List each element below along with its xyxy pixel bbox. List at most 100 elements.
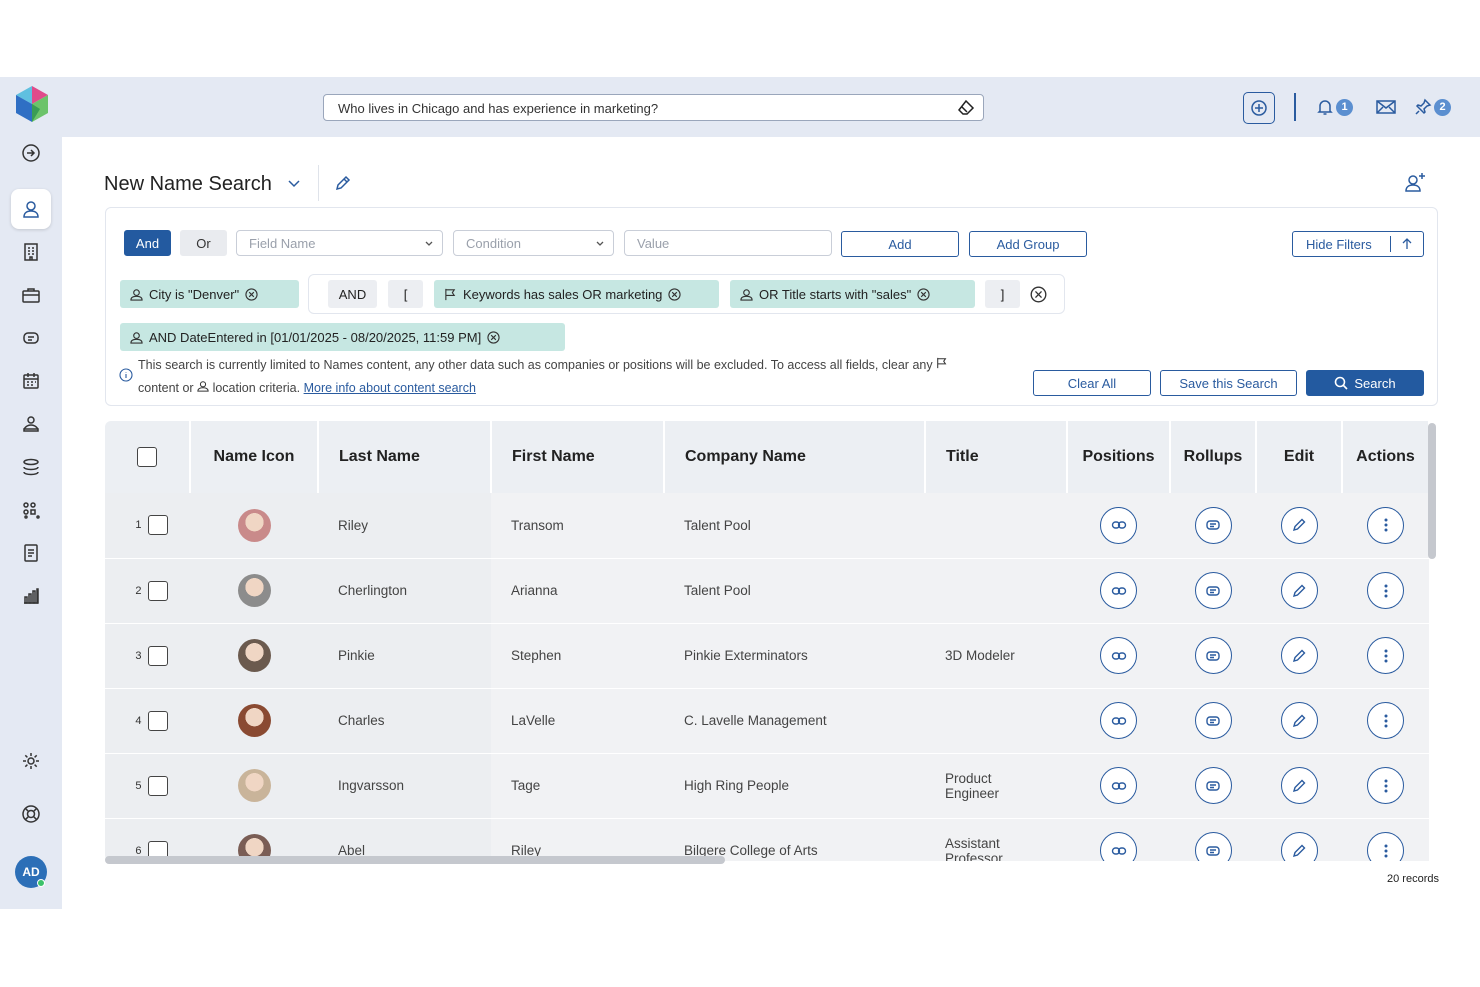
sidebar-item-reports[interactable] <box>11 576 51 616</box>
rollups-button[interactable] <box>1194 572 1232 609</box>
close-circle-icon[interactable] <box>487 330 500 344</box>
cell-last-name[interactable]: Pinkie <box>318 623 491 689</box>
quick-add-button[interactable] <box>1243 92 1275 124</box>
close-circle-icon[interactable] <box>668 287 682 301</box>
cell-first-name[interactable]: Riley <box>491 818 664 861</box>
cell-company-name[interactable]: Pinkie Exterminators <box>664 623 925 689</box>
table-row[interactable]: 5 Ingvarsson Tage High Ring People Produ… <box>105 753 1429 819</box>
header-edit[interactable]: Edit <box>1256 421 1343 493</box>
sidebar-item-settings[interactable] <box>11 741 51 781</box>
positions-button[interactable] <box>1100 702 1137 739</box>
global-search-input[interactable]: Who lives in Chicago and has experience … <box>323 94 984 121</box>
table-row[interactable]: 3 Pinkie Stephen Pinkie Exterminators 3D… <box>105 623 1429 689</box>
header-title[interactable]: Title <box>925 421 1068 493</box>
header-name-icon[interactable]: Name Icon <box>190 421 319 493</box>
sidebar-item-tags[interactable] <box>11 318 51 358</box>
cell-title[interactable]: Assistant Professor <box>925 818 1067 861</box>
sidebar-item-contacts[interactable] <box>11 404 51 444</box>
close-circle-icon[interactable] <box>245 287 258 301</box>
sidebar-item-calendar[interactable] <box>11 361 51 401</box>
cell-company-name[interactable]: Talent Pool <box>664 558 925 624</box>
rollups-button[interactable] <box>1194 506 1232 544</box>
cell-last-name[interactable]: Charles <box>318 688 491 754</box>
sidebar-item-help[interactable] <box>11 794 51 834</box>
avatar[interactable] <box>237 639 271 672</box>
cell-last-name[interactable]: Abel <box>318 818 491 861</box>
rollups-button[interactable] <box>1194 637 1232 674</box>
table-row[interactable]: 6 Abel Riley Bilgere College of Arts Ass… <box>105 818 1429 861</box>
and-toggle-button[interactable]: And <box>124 230 171 256</box>
row-checkbox[interactable] <box>147 775 168 796</box>
edit-button[interactable] <box>1280 767 1318 804</box>
edit-button[interactable] <box>1280 637 1318 674</box>
rollups-button[interactable] <box>1194 767 1232 804</box>
header-last-name[interactable]: Last Name <box>318 421 492 493</box>
edit-button[interactable] <box>1280 702 1318 739</box>
row-checkbox[interactable] <box>147 645 168 666</box>
pencil-icon[interactable] <box>334 174 352 192</box>
positions-button[interactable] <box>1100 572 1137 609</box>
filter-chip-city[interactable]: City is "Denver" <box>120 280 299 308</box>
row-checkbox[interactable] <box>147 710 168 731</box>
cell-first-name[interactable]: Arianna <box>491 558 664 624</box>
cell-title[interactable]: Product Engineer <box>925 753 1067 819</box>
add-person-icon[interactable] <box>1403 170 1427 194</box>
cell-last-name[interactable]: Cherlington <box>318 558 491 624</box>
sidebar-item-documents[interactable] <box>11 533 51 573</box>
header-actions[interactable]: Actions <box>1342 421 1430 493</box>
filter-chip-keywords[interactable]: Keywords has sales OR marketing <box>434 280 719 308</box>
cell-last-name[interactable]: Ingvarsson <box>318 753 491 819</box>
filter-chip-open-bracket[interactable]: [ <box>388 280 423 308</box>
actions-menu-button[interactable] <box>1367 767 1404 804</box>
pins-button[interactable]: 2 <box>1414 96 1451 118</box>
app-logo-icon[interactable] <box>14 85 50 123</box>
cell-first-name[interactable]: Stephen <box>491 623 664 689</box>
horizontal-scrollbar[interactable] <box>105 856 725 864</box>
cell-first-name[interactable]: Tage <box>491 753 664 819</box>
messages-button[interactable] <box>1376 97 1396 117</box>
avatar[interactable] <box>237 508 271 542</box>
remove-group-icon[interactable] <box>1030 286 1047 303</box>
content-search-info-link[interactable]: More info about content search <box>304 381 476 395</box>
sidebar-item-navigate[interactable] <box>11 133 51 173</box>
row-checkbox[interactable] <box>147 515 168 536</box>
actions-menu-button[interactable] <box>1367 637 1404 674</box>
positions-button[interactable] <box>1100 767 1137 804</box>
chevron-down-icon[interactable] <box>287 177 301 191</box>
notifications-button[interactable]: 1 <box>1316 96 1353 118</box>
actions-menu-button[interactable] <box>1367 506 1404 544</box>
add-group-button[interactable]: Add Group <box>969 231 1087 257</box>
sidebar-item-groups[interactable] <box>11 490 51 530</box>
header-rollups[interactable]: Rollups <box>1170 421 1257 493</box>
sidebar-item-companies[interactable] <box>11 232 51 272</box>
header-positions[interactable]: Positions <box>1067 421 1171 493</box>
field-name-select[interactable]: Field Name <box>236 230 443 256</box>
positions-button[interactable] <box>1100 832 1137 861</box>
eraser-icon[interactable] <box>957 99 975 117</box>
select-all-checkbox[interactable] <box>137 447 157 467</box>
header-first-name[interactable]: First Name <box>491 421 665 493</box>
table-row[interactable]: 2 Cherlington Arianna Talent Pool <box>105 558 1429 624</box>
save-search-button[interactable]: Save this Search <box>1160 370 1297 396</box>
table-row[interactable]: 4 Charles LaVelle C. Lavelle Management <box>105 688 1429 754</box>
avatar[interactable] <box>237 704 271 737</box>
filter-chip-title[interactable]: OR Title starts with "sales" <box>730 280 975 308</box>
actions-menu-button[interactable] <box>1367 702 1404 739</box>
cell-first-name[interactable]: LaVelle <box>491 688 664 754</box>
user-avatar[interactable]: AD <box>15 856 47 888</box>
cell-title[interactable]: 3D Modeler <box>925 623 1067 689</box>
add-filter-button[interactable]: Add <box>841 231 959 257</box>
sidebar-item-positions[interactable] <box>11 275 51 315</box>
actions-menu-button[interactable] <box>1367 572 1404 609</box>
filter-chip-and-operator[interactable]: AND <box>328 280 377 308</box>
row-checkbox[interactable] <box>147 580 168 601</box>
table-row[interactable]: 1 Riley Transom Talent Pool <box>105 493 1429 559</box>
cell-company-name[interactable]: High Ring People <box>664 753 925 819</box>
header-company-name[interactable]: Company Name <box>664 421 926 493</box>
cell-title[interactable] <box>925 688 1067 754</box>
rollups-button[interactable] <box>1194 702 1232 739</box>
clear-all-button[interactable]: Clear All <box>1033 370 1151 396</box>
cell-company-name[interactable]: C. Lavelle Management <box>664 688 925 754</box>
cell-last-name[interactable]: Riley <box>318 493 491 559</box>
cell-company-name[interactable]: Bilgere College of Arts <box>664 818 925 861</box>
